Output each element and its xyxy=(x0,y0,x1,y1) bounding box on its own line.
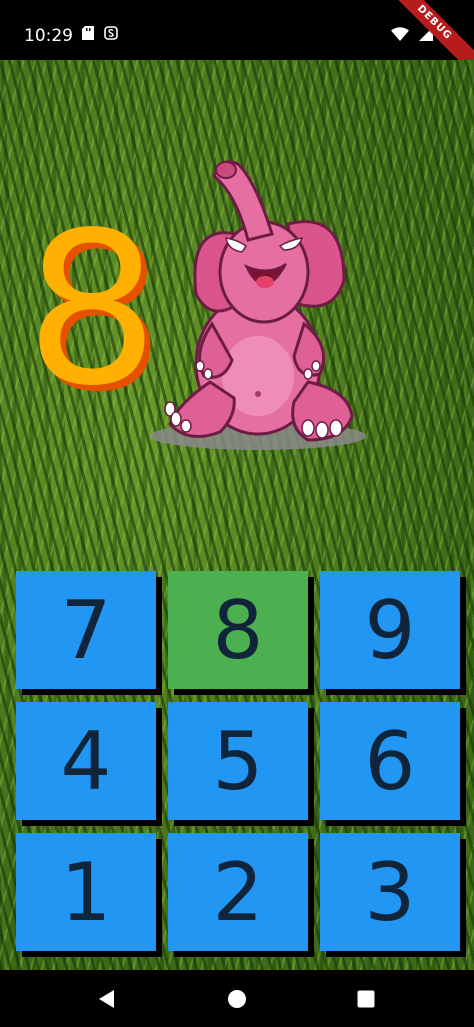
key-1[interactable]: 1 xyxy=(16,833,156,951)
app-s-icon xyxy=(104,26,118,40)
key-6[interactable]: 6 xyxy=(320,702,460,820)
key-3[interactable]: 3 xyxy=(320,833,460,951)
status-time: 10:29 xyxy=(24,26,73,46)
status-bar: 10:29 DEBUG xyxy=(0,0,474,79)
sd-card-icon xyxy=(82,26,94,40)
status-icons-left xyxy=(82,26,118,40)
pink-elephant-picture xyxy=(150,160,366,450)
wifi-icon xyxy=(391,27,409,41)
key-8[interactable]: 8 xyxy=(168,571,308,689)
number-keypad: 7 8 9 4 5 6 1 2 3 xyxy=(16,571,460,951)
key-4[interactable]: 4 xyxy=(16,702,156,820)
target-number: 8 xyxy=(25,187,159,432)
key-2[interactable]: 2 xyxy=(168,833,308,951)
recents-icon[interactable] xyxy=(355,988,377,1010)
key-7[interactable]: 7 xyxy=(16,571,156,689)
key-9[interactable]: 9 xyxy=(320,571,460,689)
game-area: 8 7 8 9 4 5 6 1 2 3 xyxy=(0,60,474,970)
home-icon[interactable] xyxy=(226,988,248,1010)
key-5[interactable]: 5 xyxy=(168,702,308,820)
navigation-bar xyxy=(0,970,474,1027)
back-icon[interactable] xyxy=(96,988,118,1010)
